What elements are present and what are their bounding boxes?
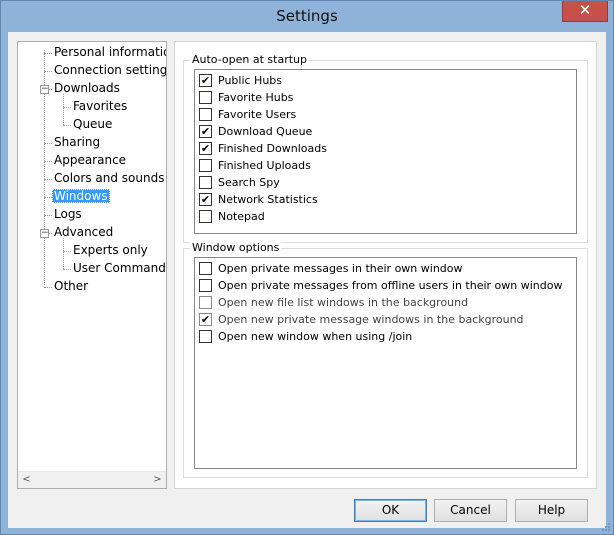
tree-item[interactable]: Sharing [52, 134, 102, 151]
cancel-button[interactable]: Cancel [434, 499, 507, 522]
tree-item-label: Colors and sounds [54, 171, 165, 185]
tree-item[interactable]: User Commands [71, 260, 166, 277]
tree-items: Personal information Connection settings −… [18, 42, 166, 470]
tree-connector-line [63, 125, 71, 126]
tree-item[interactable]: Favorites [71, 98, 129, 115]
ok-button[interactable]: OK [354, 499, 427, 522]
option-label: Download Queue [218, 125, 313, 138]
checkbox[interactable] [199, 108, 212, 121]
tree-item[interactable]: Queue [71, 116, 114, 133]
tree-connector-line [44, 287, 52, 288]
option-label: Public Hubs [218, 74, 283, 87]
auto-open-list: ✔ Public Hubs Favorite Hubs Favorite Users ✔… [194, 69, 577, 234]
tree-item-label: Other [54, 279, 89, 293]
auto-open-group: Auto-open at startup ✔ Public Hubs Favorit… [183, 53, 588, 243]
window-title: Settings [276, 7, 338, 25]
option-label: Search Spy [218, 176, 280, 189]
checkbox[interactable]: ✔ [199, 74, 212, 87]
checkbox[interactable] [199, 159, 212, 172]
window-options-group-title: Window options [190, 241, 282, 255]
tree-connector-line [44, 71, 52, 72]
tree-connector-line [63, 251, 71, 252]
tree-item[interactable]: Colors and sounds [52, 170, 166, 187]
tree-item[interactable]: Connection settings [52, 62, 166, 79]
checkbox[interactable]: ✔ [199, 193, 212, 206]
option-label: Favorite Users [218, 108, 297, 121]
window-options-list: Open private messages in their own windo… [194, 257, 577, 469]
tree-collapse-icon[interactable]: − [40, 85, 49, 94]
tree-item-label: Downloads [54, 81, 120, 95]
checkbox[interactable] [199, 210, 212, 223]
option-label: Open new window when using /join [218, 330, 413, 343]
tree-item-label: Queue [73, 117, 113, 131]
option-label: Notepad [218, 210, 265, 223]
dialog-client-area: Personal information Connection settings −… [8, 32, 606, 528]
scroll-thumb[interactable] [36, 474, 146, 486]
option-label: Finished Uploads [218, 159, 311, 172]
help-button[interactable]: Help [515, 499, 588, 522]
scroll-right-icon[interactable]: > [149, 472, 166, 488]
checkbox[interactable]: ✔ [199, 142, 212, 155]
resize-grip-icon[interactable] [601, 522, 611, 532]
checkbox[interactable] [199, 176, 212, 189]
option-label: Network Statistics [218, 193, 318, 206]
checkbox[interactable]: ✔ [199, 125, 212, 138]
tree-connector-line [63, 238, 64, 269]
tree-connector-line [44, 179, 52, 180]
tree-item-label: Experts only [73, 243, 148, 257]
tree-item-label: Logs [54, 207, 82, 221]
title-bar[interactable]: Settings ✕ [1, 1, 613, 32]
tree-connector-line [44, 215, 52, 216]
settings-tree: Personal information Connection settings −… [17, 41, 167, 489]
tree-connector-line [44, 197, 52, 198]
checkbox[interactable] [199, 279, 212, 292]
tree-item[interactable]: Advanced [52, 224, 115, 241]
checkbox[interactable]: ✔ [199, 313, 212, 326]
checkbox[interactable] [199, 296, 212, 309]
window-options-group: Window options Open private messages in … [183, 241, 588, 478]
option-label: Open new private message windows in the … [218, 313, 524, 326]
tree-horizontal-scrollbar[interactable]: < > [18, 471, 166, 488]
tree-item[interactable]: Logs [52, 206, 84, 223]
tree-item[interactable]: Appearance [52, 152, 128, 169]
tree-item[interactable]: Windows [52, 188, 110, 205]
settings-page-panel: Auto-open at startup ✔ Public Hubs Favorit… [174, 41, 597, 489]
option-label: Finished Downloads [218, 142, 327, 155]
checkbox[interactable] [199, 91, 212, 104]
tree-item-label: Connection settings [54, 63, 166, 77]
scroll-left-icon[interactable]: < [18, 472, 35, 488]
tree-connector-line [63, 269, 71, 270]
auto-open-group-title: Auto-open at startup [190, 53, 309, 67]
option-label: Open new file list windows in the backgr… [218, 296, 469, 309]
tree-connector-line [63, 94, 64, 125]
tree-connector-line [44, 53, 52, 54]
close-icon[interactable]: ✕ [562, 1, 608, 22]
tree-item[interactable]: Experts only [71, 242, 150, 259]
tree-item-label: Personal information [54, 45, 166, 59]
tree-connector-line [63, 107, 71, 108]
tree-item[interactable]: Other [52, 278, 90, 295]
checkbox[interactable] [199, 330, 212, 343]
option-label: Open private messages in their own windo… [218, 262, 463, 275]
option-label: Favorite Hubs [218, 91, 294, 104]
tree-item-label: Sharing [54, 135, 101, 149]
tree-item-label: Windows [52, 189, 110, 203]
tree-connector-line [44, 161, 52, 162]
tree-item-label: Advanced [54, 225, 114, 239]
tree-item-label: Appearance [54, 153, 127, 167]
tree-connector-line [44, 143, 52, 144]
tree-item-label: User Commands [73, 261, 166, 275]
settings-window: Settings ✕ Personal information Connectio… [0, 0, 614, 535]
option-label: Open private messages from offline users… [218, 279, 563, 292]
checkbox[interactable] [199, 262, 212, 275]
tree-item[interactable]: Personal information [52, 44, 166, 61]
tree-item-label: Favorites [73, 99, 128, 113]
tree-collapse-icon[interactable]: − [40, 229, 49, 238]
